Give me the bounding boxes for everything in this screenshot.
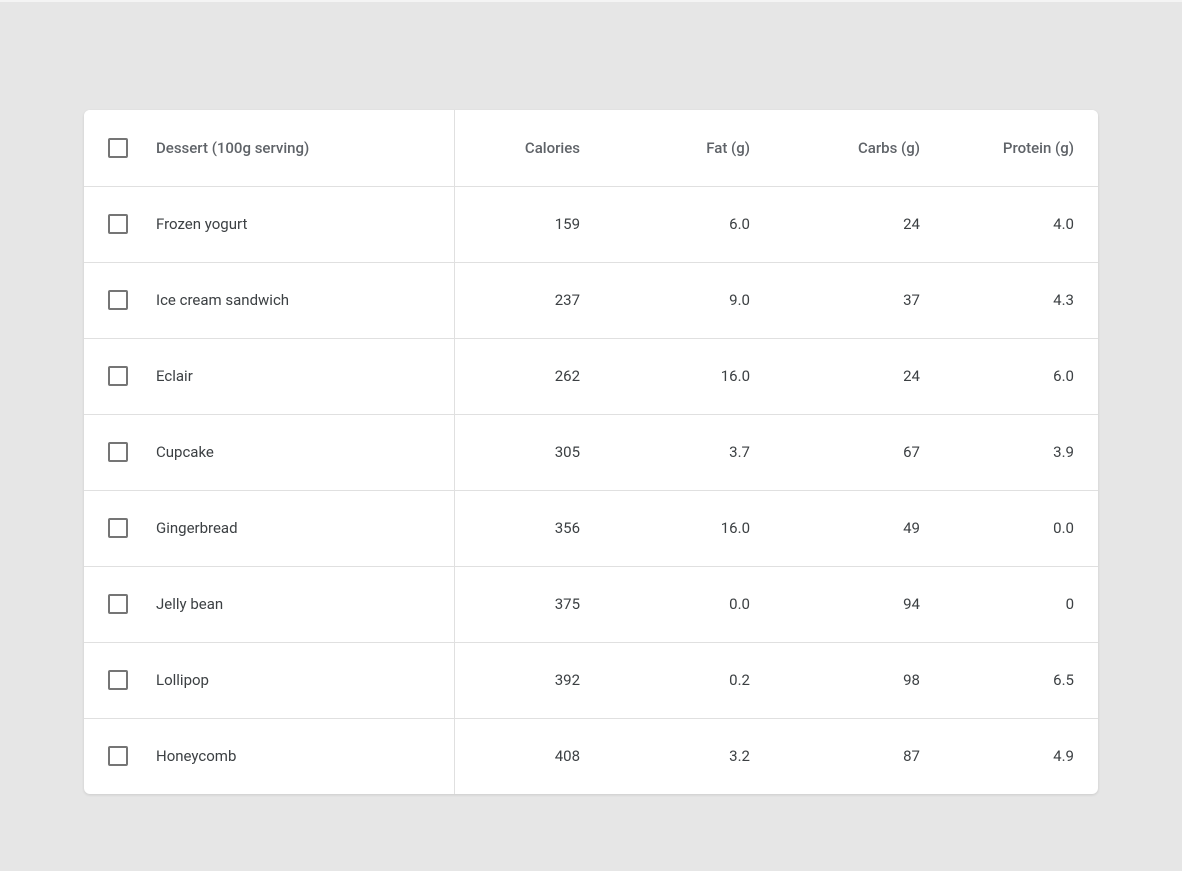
cell-name: Ice cream sandwich — [84, 262, 454, 338]
cell-name-text: Cupcake — [156, 443, 214, 461]
cell-name: Gingerbread — [84, 490, 454, 566]
row-checkbox[interactable] — [108, 670, 128, 690]
cell-carbs: 94 — [774, 566, 944, 642]
header-cell-carbs[interactable]: Carbs (g) — [774, 110, 944, 186]
cell-calories: 392 — [454, 642, 604, 718]
table-row[interactable]: Honeycomb 4083.2874.9 — [84, 718, 1098, 794]
cell-carbs: 49 — [774, 490, 944, 566]
cell-fat: 0.0 — [604, 566, 774, 642]
cell-protein: 0.0 — [944, 490, 1098, 566]
cell-carbs: 87 — [774, 718, 944, 794]
row-checkbox[interactable] — [108, 442, 128, 462]
dessert-table: Dessert (100g serving) Calories Fat (g) … — [84, 110, 1098, 794]
cell-fat: 3.7 — [604, 414, 774, 490]
cell-fat: 16.0 — [604, 338, 774, 414]
header-cell-name[interactable]: Dessert (100g serving) — [84, 110, 454, 186]
row-checkbox[interactable] — [108, 746, 128, 766]
cell-name: Honeycomb — [84, 718, 454, 794]
cell-name: Frozen yogurt — [84, 186, 454, 262]
cell-name-text: Gingerbread — [156, 519, 238, 537]
row-checkbox[interactable] — [108, 594, 128, 614]
cell-carbs: 37 — [774, 262, 944, 338]
cell-name: Lollipop — [84, 642, 454, 718]
cell-carbs: 98 — [774, 642, 944, 718]
cell-fat: 0.2 — [604, 642, 774, 718]
header-cell-protein[interactable]: Protein (g) — [944, 110, 1098, 186]
table-row[interactable]: Cupcake 3053.7673.9 — [84, 414, 1098, 490]
cell-calories: 159 — [454, 186, 604, 262]
page-background: Dessert (100g serving) Calories Fat (g) … — [0, 0, 1182, 871]
cell-name-text: Frozen yogurt — [156, 215, 247, 233]
cell-protein: 4.3 — [944, 262, 1098, 338]
cell-protein: 6.5 — [944, 642, 1098, 718]
cell-calories: 237 — [454, 262, 604, 338]
table-header-row: Dessert (100g serving) Calories Fat (g) … — [84, 110, 1098, 186]
cell-protein: 3.9 — [944, 414, 1098, 490]
cell-calories: 356 — [454, 490, 604, 566]
cell-name-text: Honeycomb — [156, 747, 236, 765]
row-checkbox[interactable] — [108, 290, 128, 310]
table-row[interactable]: Eclair 26216.0246.0 — [84, 338, 1098, 414]
row-checkbox[interactable] — [108, 518, 128, 538]
table-row[interactable]: Lollipop 3920.2986.5 — [84, 642, 1098, 718]
cell-calories: 408 — [454, 718, 604, 794]
cell-carbs: 24 — [774, 186, 944, 262]
cell-protein: 6.0 — [944, 338, 1098, 414]
header-label-name: Dessert (100g serving) — [156, 139, 309, 157]
table-row[interactable]: Gingerbread 35616.0490.0 — [84, 490, 1098, 566]
cell-protein: 0 — [944, 566, 1098, 642]
cell-fat: 3.2 — [604, 718, 774, 794]
row-checkbox[interactable] — [108, 214, 128, 234]
cell-fat: 9.0 — [604, 262, 774, 338]
select-all-checkbox[interactable] — [108, 138, 128, 158]
row-checkbox[interactable] — [108, 366, 128, 386]
cell-name-text: Lollipop — [156, 671, 209, 689]
cell-name-text: Jelly bean — [156, 595, 223, 613]
cell-calories: 375 — [454, 566, 604, 642]
cell-protein: 4.0 — [944, 186, 1098, 262]
cell-fat: 16.0 — [604, 490, 774, 566]
cell-name-text: Eclair — [156, 367, 193, 385]
cell-calories: 305 — [454, 414, 604, 490]
cell-name-text: Ice cream sandwich — [156, 291, 289, 309]
table-body: Frozen yogurt1596.0244.0Ice cream sandwi… — [84, 186, 1098, 794]
cell-carbs: 67 — [774, 414, 944, 490]
data-table-card: Dessert (100g serving) Calories Fat (g) … — [84, 110, 1098, 794]
table-row[interactable]: Jelly bean 3750.0940 — [84, 566, 1098, 642]
header-cell-fat[interactable]: Fat (g) — [604, 110, 774, 186]
cell-fat: 6.0 — [604, 186, 774, 262]
table-row[interactable]: Frozen yogurt 1596.0244.0 — [84, 186, 1098, 262]
cell-protein: 4.9 — [944, 718, 1098, 794]
header-cell-calories[interactable]: Calories — [454, 110, 604, 186]
cell-carbs: 24 — [774, 338, 944, 414]
cell-name: Cupcake — [84, 414, 454, 490]
cell-name: Jelly bean — [84, 566, 454, 642]
cell-calories: 262 — [454, 338, 604, 414]
table-row[interactable]: Ice cream sandwich 2379.0374.3 — [84, 262, 1098, 338]
cell-name: Eclair — [84, 338, 454, 414]
